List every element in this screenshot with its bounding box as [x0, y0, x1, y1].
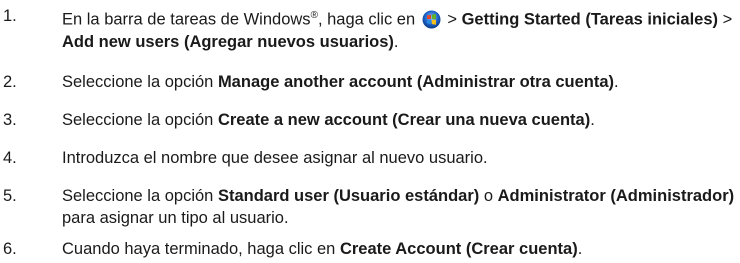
menu-path-getting-started: Getting Started (Tareas iniciales) [461, 10, 718, 29]
option-create-new-account: Create a new account (Crear una nueva cu… [217, 111, 591, 129]
step-text: Seleccione la opción Create a new accoun… [62, 111, 595, 129]
option-administrator: Administrator (Administrador) [497, 187, 735, 205]
step-text: Cuando haya terminado, haga clic en Crea… [62, 240, 583, 258]
step-text: Introduzca el nombre que desee asignar a… [62, 149, 488, 167]
windows-start-orb-icon [422, 10, 441, 29]
step-number: 4. [3, 149, 17, 167]
option-standard-user: Standard user (Usuario estándar) [217, 187, 480, 205]
step-text: Seleccione la opción Standard user (Usua… [62, 187, 735, 227]
step-number: 1. [3, 7, 17, 25]
step-number: 2. [3, 73, 17, 91]
menu-path-add-new-users: Add new users (Agregar nuevos usuarios) [62, 32, 394, 51]
step-number: 6. [3, 240, 17, 258]
option-manage-another-account: Manage another account (Administrar otra… [217, 73, 615, 91]
step-number: 3. [3, 111, 17, 129]
step-text: Seleccione la opción Manage another acco… [62, 73, 619, 91]
button-create-account: Create Account (Crear cuenta) [339, 240, 578, 258]
step-number: 5. [3, 187, 17, 205]
step-text: En la barra de tareas de Windows®, haga … [62, 10, 733, 51]
